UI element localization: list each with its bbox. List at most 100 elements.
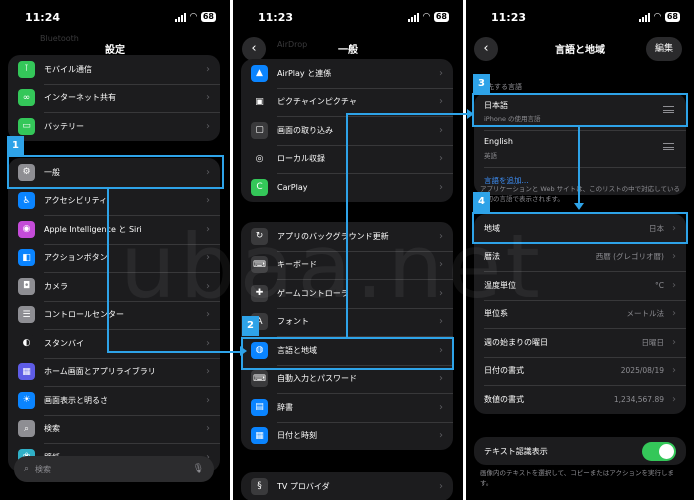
language-row-english[interactable]: English 英語 (474, 130, 686, 167)
cellular-signal-icon (407, 12, 419, 22)
list-item[interactable]: § TV プロバイダ › (241, 472, 453, 500)
row-label: 画面の取り込み (277, 125, 333, 135)
siri-icon: ◉ (18, 220, 35, 238)
list-item[interactable]: ▤ 辞書 › (241, 393, 453, 422)
battery-level: 68 (433, 12, 449, 22)
list-item[interactable]: ♿ アクセシビリティ › (8, 186, 220, 216)
status-time: 11:24 (25, 11, 61, 24)
list-item[interactable]: ⌕ 検索 › (8, 414, 220, 444)
keyboard-icon: ⌨ (251, 256, 268, 274)
list-item[interactable]: ◧ アクションボタン › (8, 243, 220, 273)
highlight-japanese (472, 93, 688, 127)
reorder-handle-icon[interactable] (663, 143, 674, 150)
row-value: 2025/08/19 (620, 366, 664, 376)
row-label: ゲームコントローラ (277, 288, 349, 298)
highlight-language-region (241, 337, 454, 370)
wifi-icon: ◠ (189, 12, 197, 22)
list-item[interactable]: 数値の書式 1,234,567.89 › (474, 385, 686, 414)
row-value: 西暦 (グレゴリオ暦) (595, 252, 664, 262)
row-value: メートル法 (626, 309, 665, 319)
row-label: 日付の書式 (484, 366, 524, 376)
list-item[interactable]: ◘ カメラ › (8, 272, 220, 301)
list-item[interactable]: 単位系 メートル法 › (474, 299, 686, 329)
chevron-right-icon: › (439, 259, 443, 271)
chevron-right-icon: › (439, 230, 443, 242)
search-bar[interactable]: ⌕ 検索 🎙 (14, 456, 214, 482)
list-item[interactable]: 日付の書式 2025/08/19 › (474, 356, 686, 386)
chevron-right-icon: › (439, 430, 443, 442)
toggles-icon: ☰ (18, 306, 35, 324)
row-label: カメラ (44, 281, 68, 291)
search-icon: ⌕ (18, 420, 35, 438)
accessibility-icon: ♿ (18, 192, 35, 210)
list-item[interactable]: ▭ バッテリー › (8, 112, 220, 141)
keyboard-fill-icon: ⌨ (251, 370, 268, 388)
local-capture-icon: ◎ (251, 150, 268, 168)
live-text-label: テキスト認識表示 (484, 446, 548, 456)
search-icon: ⌕ (24, 464, 30, 474)
status-bar: 11:23 ◠ 68 (466, 11, 694, 27)
chevron-right-icon: › (439, 316, 443, 328)
chevron-right-icon: › (206, 394, 210, 406)
list-item[interactable]: 暦法 西暦 (グレゴリオ暦) › (474, 242, 686, 272)
row-label: アクセシビリティ (44, 196, 108, 206)
wifi-icon: ◠ (653, 12, 661, 22)
live-text-toggle[interactable] (642, 442, 676, 461)
battery-icon: ▭ (18, 117, 35, 135)
list-item[interactable]: ☀ 画面表示と明るさ › (8, 386, 220, 415)
row-label: 日付と時刻 (277, 431, 317, 441)
list-item[interactable]: ⊺ モバイル通信 › (8, 55, 220, 84)
cellular-signal-icon (174, 12, 186, 22)
row-label: 暦法 (484, 252, 500, 262)
list-item[interactable]: ▲ AirPlay と連係 › (241, 59, 453, 88)
settings-group-general: ⚙ 一般 › ♿ アクセシビリティ › ◉ Apple Intelligence と Siri… (8, 158, 220, 472)
general-screen: 11:23 ◠ 68 AirDrop ‹ 一般 ▲ AirPlay と連係 › ▣ ピク… (233, 0, 463, 500)
row-label: 辞書 (277, 402, 293, 412)
chevron-right-icon: › (672, 336, 676, 348)
list-item[interactable]: ◉ Apple Intelligence と Siri › (8, 215, 220, 244)
row-label: ローカル収録 (277, 154, 325, 164)
chevron-right-icon: › (439, 181, 443, 193)
chevron-right-icon: › (206, 366, 210, 378)
search-placeholder: 検索 (35, 464, 52, 474)
edit-button[interactable]: 編集 (645, 37, 682, 61)
microphone-icon[interactable]: 🎙 (193, 464, 204, 474)
chevron-right-icon: › (672, 251, 676, 263)
row-label: 検索 (44, 424, 60, 434)
chevron-right-icon: › (672, 279, 676, 291)
arrow-head-icon (240, 346, 247, 356)
chevron-right-icon: › (206, 280, 210, 292)
step-badge-3: 3 (473, 74, 490, 94)
list-item[interactable]: ◐ スタンバイ › (8, 329, 220, 358)
list-item[interactable]: ▦ 日付と時刻 › (241, 421, 453, 451)
book-icon: ▤ (251, 398, 268, 416)
chevron-right-icon: › (439, 373, 443, 385)
row-label: 温度単位 (484, 280, 516, 290)
row-label: AirPlay と連係 (277, 68, 332, 78)
brightness-icon: ☀ (18, 391, 35, 409)
arrow-head-icon (467, 109, 474, 119)
list-item[interactable]: ▦ ホーム画面とアプリライブラリ › (8, 357, 220, 387)
connector-line (107, 189, 109, 352)
tv-provider-icon: § (251, 477, 268, 495)
row-label: モバイル通信 (44, 64, 92, 74)
highlight-region (472, 212, 688, 244)
screen-capture-icon: ▢ (251, 121, 268, 139)
chevron-right-icon: › (672, 308, 676, 320)
list-item[interactable]: ☰ コントロールセンター › (8, 300, 220, 330)
home-screen-icon: ▦ (18, 363, 35, 381)
list-item[interactable]: ∞ インターネット共有 › (8, 83, 220, 113)
calendar-icon: ▦ (251, 427, 268, 445)
language-region-screen: 11:23 ◠ 68 ‹ 言語と地域 編集 優先する言語 日本語 iPhone … (466, 0, 694, 500)
chevron-right-icon: › (206, 423, 210, 435)
list-item[interactable]: 週の始まりの曜日 日曜日 › (474, 328, 686, 357)
list-item[interactable]: 温度単位 °C › (474, 271, 686, 300)
chevron-right-icon: › (206, 252, 210, 264)
row-label: スタンバイ (44, 338, 84, 348)
wifi-icon: ◠ (422, 12, 430, 22)
language-name: English (484, 137, 513, 146)
arrow-head-icon (574, 203, 584, 210)
list-item[interactable]: ▣ ピクチャインピクチャ › (241, 87, 453, 117)
chevron-right-icon: › (439, 153, 443, 165)
battery-level: 68 (200, 12, 216, 22)
